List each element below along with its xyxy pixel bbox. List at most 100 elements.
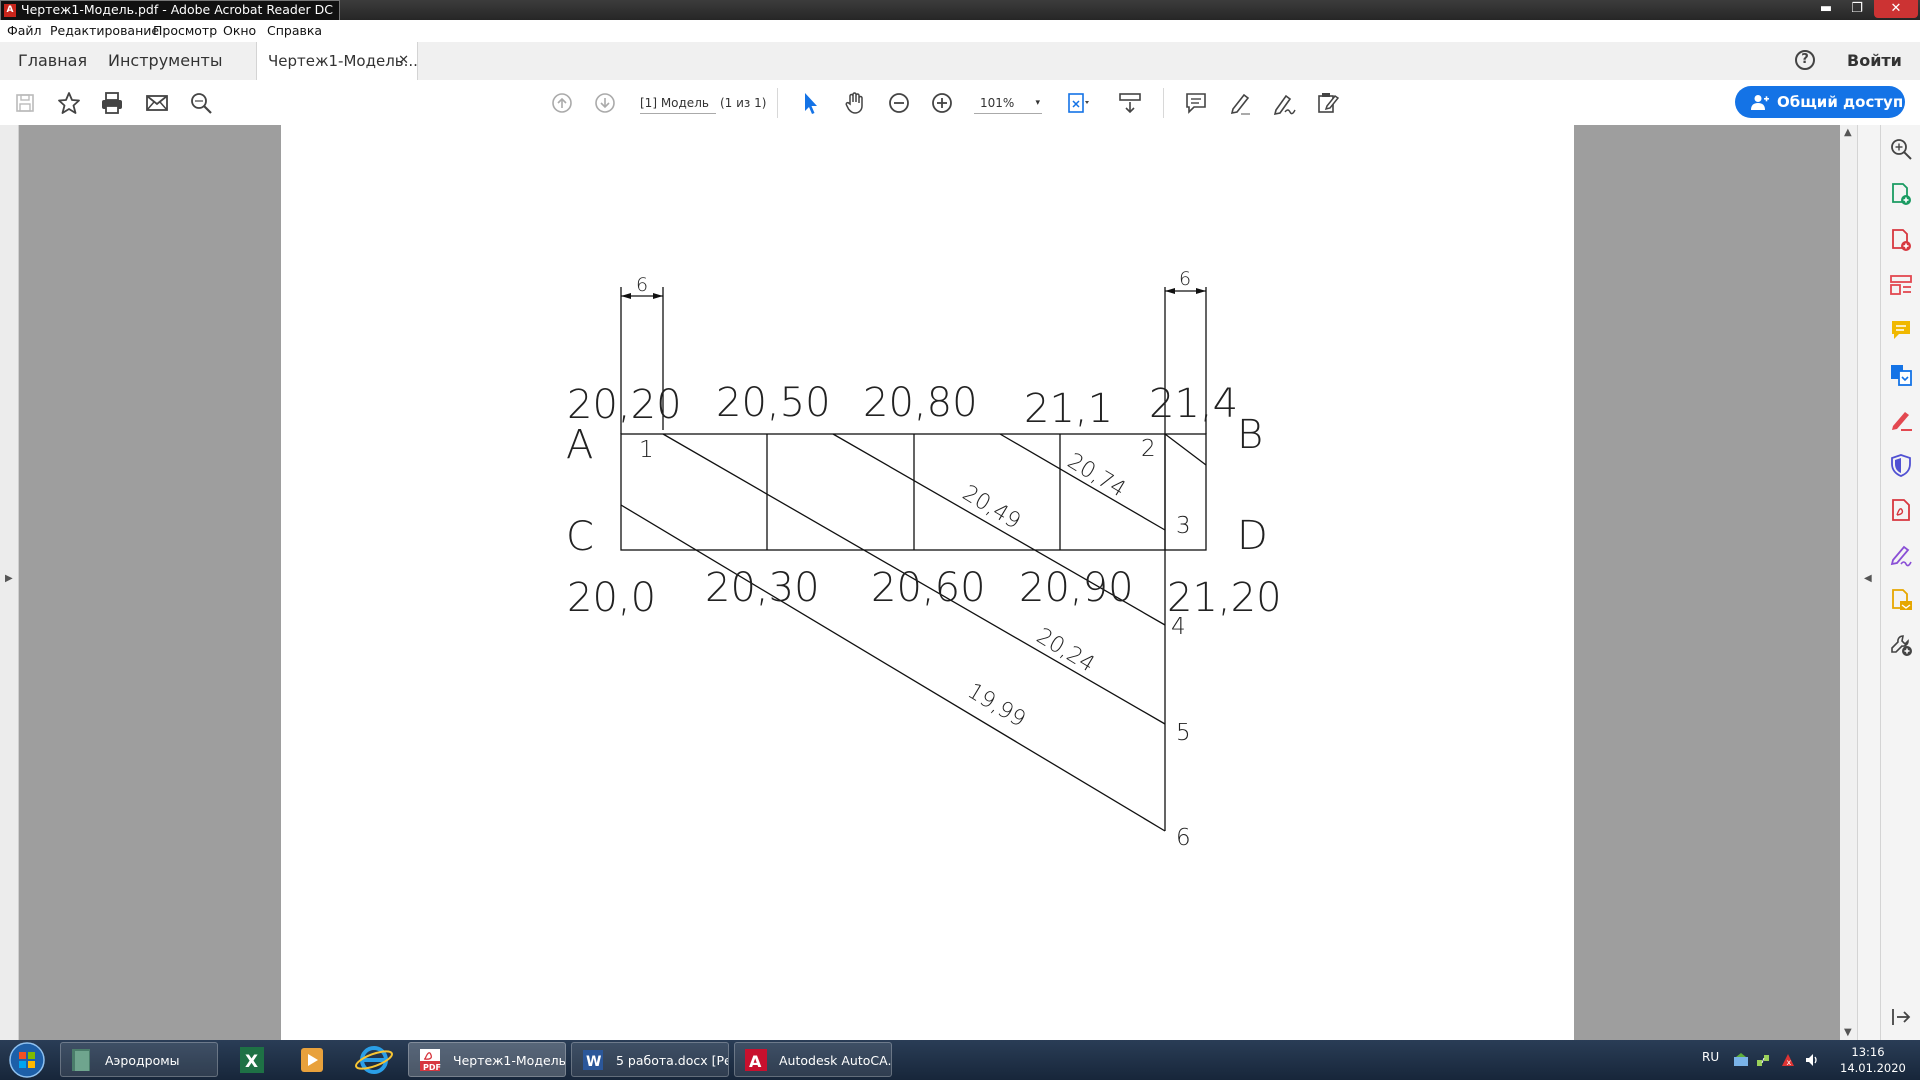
fill-sign-icon[interactable] xyxy=(1315,90,1341,116)
help-icon[interactable]: ? xyxy=(1795,50,1815,70)
tab-close-icon[interactable]: ✕ xyxy=(398,42,409,80)
top-elevation-label: 20,80 xyxy=(863,380,978,426)
internet-explorer-icon[interactable] xyxy=(348,1043,400,1077)
edit-pdf-icon[interactable] xyxy=(1889,273,1913,297)
menu-window[interactable]: Окно xyxy=(223,23,256,38)
point-label: 3 xyxy=(1176,513,1191,539)
bottom-elevation-label: 20,0 xyxy=(567,575,656,621)
close-window-button[interactable]: ✕ xyxy=(1874,0,1918,18)
create-pdf-icon[interactable] xyxy=(1889,228,1913,252)
send-file-icon[interactable] xyxy=(1889,588,1913,612)
scroll-down-icon[interactable]: ▼ xyxy=(1844,1027,1852,1038)
bottom-elevation-label: 20,30 xyxy=(705,565,820,611)
pdf-app-icon: PDF xyxy=(420,1049,441,1072)
taskbar-word[interactable]: W 5 работа.docx [Ре... xyxy=(571,1042,729,1077)
pdf-page: 6 6 20,20 20,50 20,80 21,1 21,4 20,0 20,… xyxy=(281,125,1574,1040)
corner-label-d: D xyxy=(1237,513,1268,559)
comment-tool-icon[interactable] xyxy=(1889,318,1913,342)
save-icon[interactable] xyxy=(12,90,38,116)
menu-edit[interactable]: Редактирование xyxy=(50,23,159,38)
excel-icon[interactable]: X xyxy=(226,1043,278,1077)
volume-icon[interactable] xyxy=(1804,1052,1820,1068)
protect-shield-icon[interactable] xyxy=(1889,453,1913,477)
tab-tools[interactable]: Инструменты xyxy=(108,42,223,80)
pdf-file-icon[interactable] xyxy=(1889,498,1913,522)
arrowhead xyxy=(621,293,631,299)
share-button[interactable]: Общий доступ xyxy=(1735,86,1905,118)
mail-icon[interactable] xyxy=(144,90,170,116)
menu-view[interactable]: Просмотр xyxy=(153,23,217,38)
window-title: Чертеж1-Модель.pdf - Adobe Acrobat Reade… xyxy=(21,2,333,17)
tab-document[interactable]: Чертеж1-Модель... ✕ xyxy=(256,42,418,81)
tools-pane xyxy=(1880,125,1920,1040)
language-indicator[interactable]: RU xyxy=(1702,1050,1719,1064)
svg-text:x: x xyxy=(1787,1058,1792,1067)
comment-icon[interactable] xyxy=(1183,90,1209,116)
chevron-right-icon[interactable]: ▶ xyxy=(5,573,13,584)
right-panel-toggle[interactable]: ◀ xyxy=(1857,125,1881,1040)
media-player-icon[interactable] xyxy=(286,1043,338,1077)
contour-line-short xyxy=(1164,433,1207,466)
arrowhead xyxy=(653,293,663,299)
more-tools-icon[interactable] xyxy=(1889,633,1913,657)
document-area: ▶ 6 6 20,20 20,50 20,80 21,1 21,4 20,0 2… xyxy=(0,125,1881,1040)
chevron-left-icon[interactable]: ◀ xyxy=(1864,573,1872,584)
next-page-icon[interactable] xyxy=(592,90,618,116)
page-count: (1 из 1) xyxy=(720,96,767,110)
scroll-up-icon[interactable]: ▲ xyxy=(1844,127,1852,138)
print-icon[interactable] xyxy=(99,90,125,116)
taskbar: Аэродромы X PDF Чертеж1-Модель... W 5 ра… xyxy=(0,1040,1920,1080)
contour-value-label: 20,24 xyxy=(1032,624,1099,678)
chevron-down-icon[interactable]: ▾ xyxy=(1035,93,1040,113)
send-for-signature-icon[interactable] xyxy=(1889,543,1913,567)
menu-bar: Файл Редактирование Просмотр Окно Справк… xyxy=(0,20,1920,42)
start-button[interactable] xyxy=(5,1041,49,1079)
export-pdf-icon[interactable] xyxy=(1889,182,1913,206)
add-person-icon xyxy=(1751,95,1769,110)
star-icon[interactable] xyxy=(56,90,82,116)
collapse-pane-icon[interactable] xyxy=(1889,1005,1913,1029)
taskbar-acrobat[interactable]: PDF Чертеж1-Модель... xyxy=(408,1042,566,1077)
network-icon[interactable] xyxy=(1755,1052,1771,1068)
signin-button[interactable]: Войти xyxy=(1847,42,1902,80)
taskbar-folder-label: Аэродромы xyxy=(105,1053,180,1068)
tab-home[interactable]: Главная xyxy=(18,42,87,80)
taskbar-folder[interactable]: Аэродромы xyxy=(60,1042,218,1077)
left-panel-toggle[interactable]: ▶ xyxy=(0,125,19,1040)
fill-and-sign-icon[interactable] xyxy=(1889,408,1913,432)
page-number-field[interactable]: [1] Модель xyxy=(640,93,716,114)
scroll-mode-icon[interactable] xyxy=(1117,90,1143,116)
svg-text:A: A xyxy=(749,1052,762,1071)
prev-page-icon[interactable] xyxy=(549,90,575,116)
highlight-pen-icon[interactable] xyxy=(1227,90,1253,116)
minimize-button[interactable]: ▬ xyxy=(1812,0,1840,18)
sign-icon[interactable] xyxy=(1271,90,1297,116)
taskbar-word-label: 5 работа.docx [Ре... xyxy=(616,1053,728,1068)
acrobat-icon: A xyxy=(4,4,16,17)
zoom-in-icon[interactable] xyxy=(929,90,955,116)
vertical-scrollbar[interactable]: ▲ ▼ xyxy=(1840,125,1857,1040)
combine-files-icon[interactable] xyxy=(1889,363,1913,387)
hand-tool-icon[interactable] xyxy=(842,90,868,116)
update-icon[interactable] xyxy=(1733,1052,1749,1068)
menu-file[interactable]: Файл xyxy=(7,23,42,38)
maximize-button[interactable]: ❐ xyxy=(1843,0,1871,18)
folder-icon xyxy=(72,1049,90,1071)
autocad-icon: A xyxy=(745,1049,767,1071)
zoom-out-icon[interactable] xyxy=(886,90,912,116)
arrowhead xyxy=(1165,288,1175,294)
title-bar: A Чертеж1-Модель.pdf - Adobe Acrobat Rea… xyxy=(0,0,1920,21)
find-icon[interactable] xyxy=(188,90,214,116)
window-title-box: A Чертеж1-Модель.pdf - Adobe Acrobat Rea… xyxy=(0,0,340,21)
clock-date: 14.01.2020 xyxy=(1840,1061,1906,1075)
page-fit-icon[interactable] xyxy=(1064,90,1090,116)
menu-help[interactable]: Справка xyxy=(267,23,322,38)
zoom-level-field[interactable]: 101% ▾ xyxy=(974,93,1042,114)
contour-value-label: 19,99 xyxy=(963,679,1030,733)
security-alert-icon[interactable]: x xyxy=(1780,1052,1796,1068)
select-tool-icon[interactable] xyxy=(797,90,823,116)
point-label: 4 xyxy=(1171,614,1186,640)
clock[interactable]: 13:16 14.01.2020 xyxy=(1840,1044,1906,1076)
taskbar-autocad[interactable]: A Autodesk AutoCA... xyxy=(734,1042,892,1077)
zoom-search-icon[interactable] xyxy=(1889,137,1913,161)
